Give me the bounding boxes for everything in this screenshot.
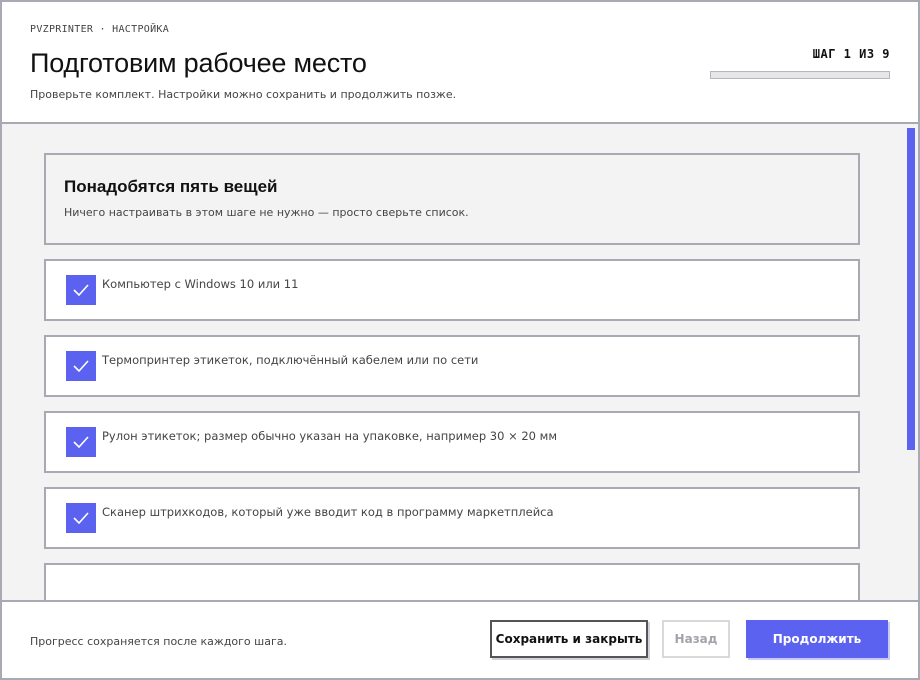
intro-title: Понадобятся пять вещей xyxy=(64,177,278,196)
page-subtitle: Проверьте комплект. Настройки можно сохр… xyxy=(30,88,457,101)
check-icon xyxy=(73,284,89,296)
checkbox[interactable] xyxy=(66,503,96,533)
back-button[interactable]: Назад xyxy=(662,620,730,658)
wizard-header: PVZPRINTER · НАСТРОЙКА Подготовим рабоче… xyxy=(2,2,918,124)
wizard-footer: Прогресс сохраняется после каждого шага.… xyxy=(2,600,918,678)
autosave-note: Прогресс сохраняется после каждого шага. xyxy=(30,635,287,648)
checklist-item-label: Компьютер с Windows 10 или 11 xyxy=(102,277,299,291)
check-icon xyxy=(73,512,89,524)
checklist-item-label: Рулон этикеток; размер обычно указан на … xyxy=(102,429,558,443)
scrollbar-thumb[interactable] xyxy=(907,128,915,450)
setup-wizard-window: PVZPRINTER · НАСТРОЙКА Подготовим рабоче… xyxy=(0,0,920,680)
step-progress-bar xyxy=(710,71,890,79)
checkbox[interactable] xyxy=(66,275,96,305)
page-title: Подготовим рабочее место xyxy=(30,48,367,78)
checklist-item-partial[interactable] xyxy=(44,563,860,600)
checkbox[interactable] xyxy=(66,427,96,457)
continue-button[interactable]: Продолжить xyxy=(746,620,888,658)
scrollbar[interactable] xyxy=(904,124,918,600)
check-icon xyxy=(73,360,89,372)
step-counter: ШАГ 1 ИЗ 9 xyxy=(812,47,890,61)
checklist-item[interactable]: Компьютер с Windows 10 или 11 xyxy=(44,259,860,321)
breadcrumb: PVZPRINTER · НАСТРОЙКА xyxy=(30,24,170,35)
checklist-item[interactable]: Термопринтер этикеток, подключённый кабе… xyxy=(44,335,860,397)
checklist-scroll-area[interactable]: Понадобятся пять вещей Ничего настраиват… xyxy=(2,124,918,600)
checklist-item[interactable]: Сканер штрихкодов, который уже вводит ко… xyxy=(44,487,860,549)
intro-card: Понадобятся пять вещей Ничего настраиват… xyxy=(44,153,860,245)
checklist-item[interactable]: Рулон этикеток; размер обычно указан на … xyxy=(44,411,860,473)
save-and-close-button[interactable]: Сохранить и закрыть xyxy=(490,620,648,658)
intro-text: Ничего настраивать в этом шаге не нужно … xyxy=(64,206,469,219)
checklist-item-label: Сканер штрихкодов, который уже вводит ко… xyxy=(102,505,554,519)
checklist-item-label: Термопринтер этикеток, подключённый кабе… xyxy=(102,353,479,367)
check-icon xyxy=(73,436,89,448)
checkbox[interactable] xyxy=(66,351,96,381)
